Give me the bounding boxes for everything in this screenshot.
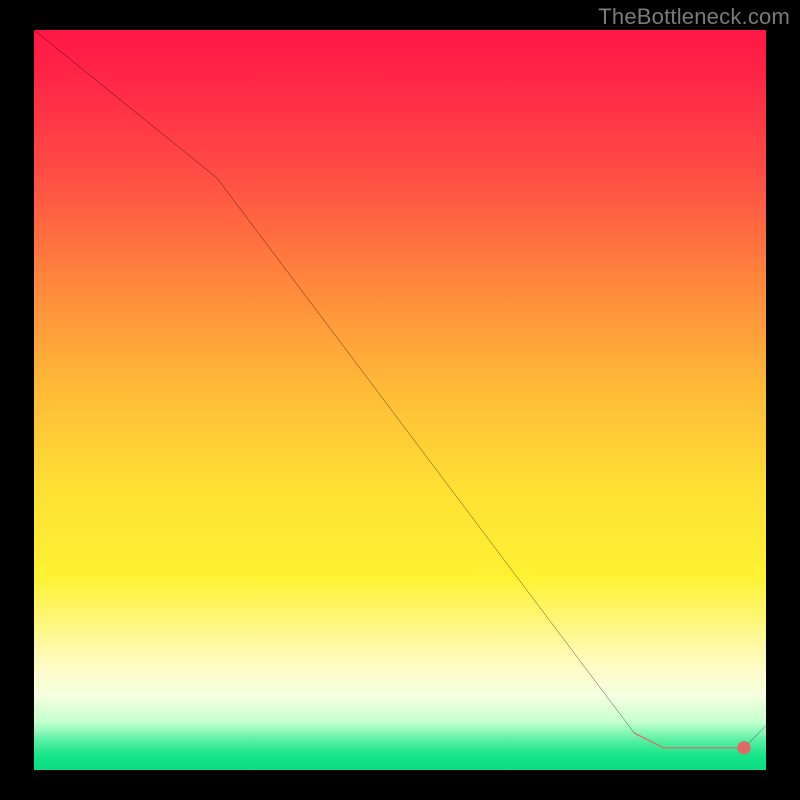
plot-area — [34, 30, 766, 770]
chart-stage: TheBottleneck.com — [0, 0, 800, 800]
dashed-segment — [634, 733, 744, 748]
terminal-marker — [737, 741, 750, 754]
series-line — [34, 30, 766, 748]
watermark-text: TheBottleneck.com — [598, 4, 790, 30]
chart-overlay — [34, 30, 766, 770]
